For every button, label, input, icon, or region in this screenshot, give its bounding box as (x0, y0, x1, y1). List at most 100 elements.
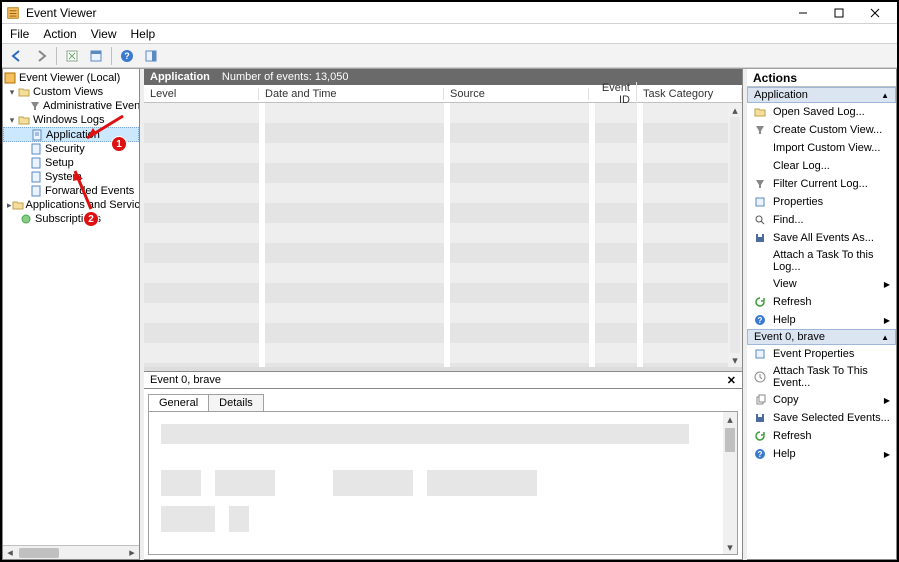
scroll-down-icon[interactable]: ▾ (727, 540, 733, 554)
action-attach-task-log[interactable]: Attach a Task To this Log... (747, 247, 896, 275)
content-area: Event Viewer (Local) ▾ Custom Views Admi… (2, 68, 897, 560)
svg-text:?: ? (758, 450, 763, 459)
back-button[interactable] (6, 46, 28, 66)
tree-custom-views[interactable]: Custom Views (33, 86, 103, 98)
chevron-right-icon: ▶ (884, 316, 890, 325)
chevron-right-icon: ▶ (884, 396, 890, 405)
tree-security[interactable]: Security (45, 143, 85, 155)
action-import-custom-view[interactable]: Import Custom View... (747, 139, 896, 157)
tab-general[interactable]: General (148, 394, 209, 411)
window-title: Event Viewer (26, 6, 785, 20)
forward-button[interactable] (30, 46, 52, 66)
scroll-up-icon[interactable]: ▴ (727, 412, 733, 426)
twisty-open-icon[interactable]: ▾ (7, 87, 17, 98)
col-eventid[interactable]: Event ID (589, 82, 637, 106)
titlebar: Event Viewer (2, 2, 897, 24)
list-vscroll[interactable]: ▴ ▾ (728, 103, 742, 367)
collapse-icon[interactable]: ▲ (881, 333, 889, 342)
action-help[interactable]: ?Help▶ (747, 311, 896, 329)
tree-system[interactable]: System (45, 171, 82, 183)
scroll-thumb[interactable] (725, 428, 735, 452)
action-save-selected[interactable]: Save Selected Events... (747, 409, 896, 427)
collapse-icon[interactable]: ▲ (881, 91, 889, 100)
chevron-right-icon: ▶ (884, 450, 890, 459)
log-icon (29, 171, 43, 183)
filter-view-icon (29, 100, 41, 112)
refresh-icon (753, 295, 767, 309)
detail-close-button[interactable]: ✕ (727, 374, 736, 387)
help-button[interactable]: ? (116, 46, 138, 66)
minimize-button[interactable] (785, 2, 821, 24)
action-find[interactable]: Find... (747, 211, 896, 229)
log-icon (29, 157, 43, 169)
list-body[interactable]: ▴ ▾ (144, 103, 742, 367)
properties-icon (753, 347, 767, 361)
detail-tabs: General Details (144, 391, 742, 411)
actions-title: Actions (747, 69, 896, 87)
action-copy-submenu[interactable]: Copy▶ (747, 391, 896, 409)
copy-icon (753, 393, 767, 407)
twisty-open-icon[interactable]: ▾ (7, 115, 17, 126)
menu-action[interactable]: Action (43, 27, 76, 41)
find-icon (753, 213, 767, 227)
show-hide-tree-button[interactable] (61, 46, 83, 66)
action-event-properties[interactable]: Event Properties (747, 345, 896, 363)
list-category: Application (150, 71, 210, 83)
tab-details[interactable]: Details (208, 394, 264, 411)
col-task[interactable]: Task Category (637, 88, 742, 100)
save-icon (753, 411, 767, 425)
list-header-bar: Application Number of events: 13,050 (144, 69, 742, 85)
action-open-saved-log[interactable]: Open Saved Log... (747, 103, 896, 121)
actions-section-application[interactable]: Application▲ (747, 87, 896, 103)
help-icon: ? (753, 313, 767, 327)
tree-application[interactable]: Application (46, 129, 100, 141)
refresh-icon (753, 429, 767, 443)
task-icon (753, 370, 767, 384)
scroll-down-icon[interactable]: ▾ (728, 353, 742, 367)
close-button[interactable] (857, 2, 893, 24)
tree-apps-services[interactable]: Applications and Services Lo (26, 199, 139, 211)
col-source[interactable]: Source (444, 88, 589, 100)
help-icon: ? (753, 447, 767, 461)
action-properties[interactable]: Properties (747, 193, 896, 211)
action-filter-log[interactable]: Filter Current Log... (747, 175, 896, 193)
action-view-submenu[interactable]: View▶ (747, 275, 896, 293)
center-pane: Application Number of events: 13,050 Lev… (144, 69, 743, 560)
folder-icon (17, 86, 31, 98)
menu-file[interactable]: File (10, 27, 29, 41)
scroll-right-icon[interactable]: ▸ (125, 546, 139, 560)
menu-help[interactable]: Help (131, 27, 156, 41)
tree-setup[interactable]: Setup (45, 157, 74, 169)
show-actions-pane-button[interactable] (140, 46, 162, 66)
scroll-left-icon[interactable]: ◂ (3, 546, 17, 560)
col-level[interactable]: Level (144, 88, 259, 100)
action-refresh-event[interactable]: Refresh (747, 427, 896, 445)
menu-view[interactable]: View (91, 27, 117, 41)
tree-subscriptions[interactable]: Subscriptions (35, 213, 101, 225)
list-column-headers: Level Date and Time Source Event ID Task… (144, 85, 742, 103)
log-icon (29, 143, 43, 155)
nav-tree[interactable]: Event Viewer (Local) ▾ Custom Views Admi… (3, 69, 139, 545)
action-create-custom-view[interactable]: Create Custom View... (747, 121, 896, 139)
svg-text:?: ? (124, 51, 130, 61)
tree-hscroll[interactable]: ◂ ▸ (3, 545, 139, 559)
tree-windows-logs[interactable]: Windows Logs (33, 114, 105, 126)
action-save-all[interactable]: Save All Events As... (747, 229, 896, 247)
action-refresh[interactable]: Refresh (747, 293, 896, 311)
toolbar: ? (2, 44, 897, 68)
scroll-up-icon[interactable]: ▴ (728, 103, 742, 117)
detail-vscroll[interactable]: ▴ ▾ (723, 412, 737, 554)
eventviewer-icon (3, 72, 17, 84)
action-help-event[interactable]: ?Help▶ (747, 445, 896, 463)
log-icon (29, 185, 43, 197)
tree-forwarded[interactable]: Forwarded Events (45, 185, 134, 197)
properties-button[interactable] (85, 46, 107, 66)
action-clear-log[interactable]: Clear Log... (747, 157, 896, 175)
scroll-thumb[interactable] (19, 548, 59, 558)
tree-admin-events[interactable]: Administrative Events (43, 100, 139, 112)
actions-section-event[interactable]: Event 0, brave▲ (747, 329, 896, 345)
col-datetime[interactable]: Date and Time (259, 88, 444, 100)
maximize-button[interactable] (821, 2, 857, 24)
action-attach-task-event[interactable]: Attach Task To This Event... (747, 363, 896, 391)
tree-root[interactable]: Event Viewer (Local) (19, 72, 120, 84)
